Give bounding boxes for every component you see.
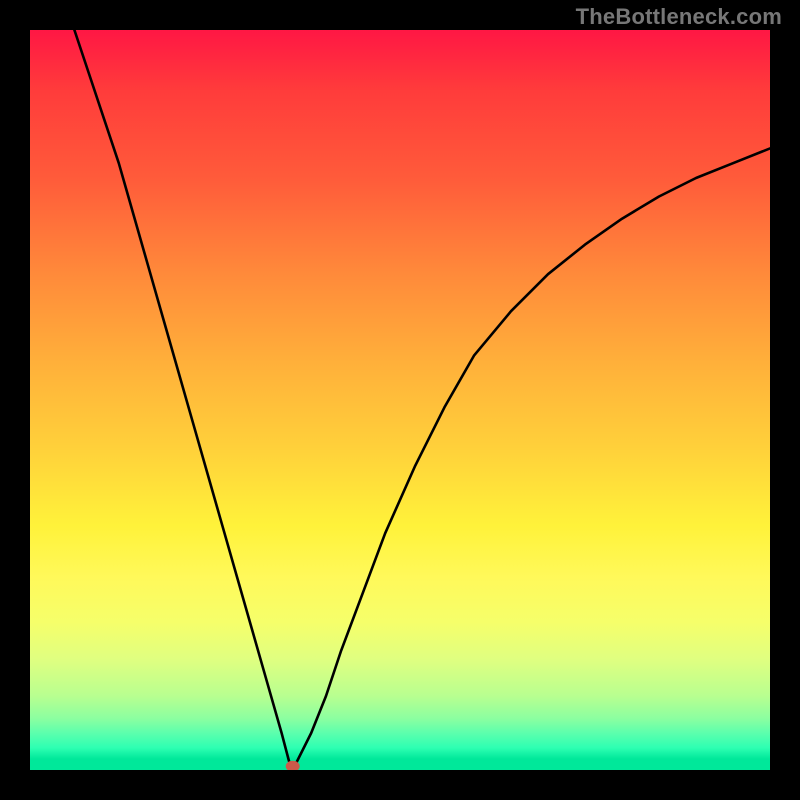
plot-svg [30, 30, 770, 770]
watermark-text: TheBottleneck.com [576, 4, 782, 30]
plot-area [30, 30, 770, 770]
bottleneck-curve [74, 30, 770, 766]
chart-frame: TheBottleneck.com [0, 0, 800, 800]
